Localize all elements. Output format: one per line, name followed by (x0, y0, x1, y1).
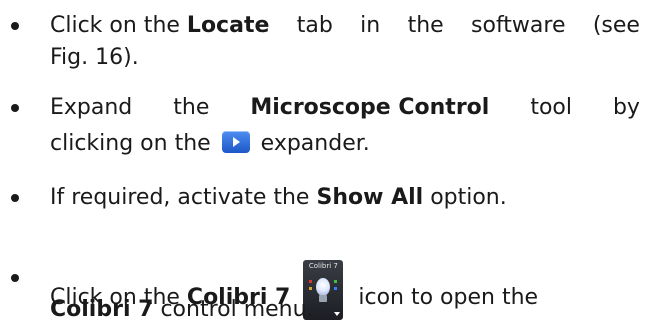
bullet (11, 22, 19, 30)
step-1-text-e: software (471, 13, 566, 38)
bullet (11, 194, 19, 202)
step-1-text-b: tab (296, 13, 333, 38)
microscope-control-label: Microscope Control (250, 95, 490, 120)
chevron-down-icon (334, 312, 341, 316)
step-1-text-a: Click on the Locate (50, 13, 270, 38)
step-2-text-a: Expand (50, 95, 133, 120)
bullet (11, 274, 19, 282)
step-1-line-1: Click on the Locate tab in the software … (50, 10, 640, 42)
expander-icon[interactable] (221, 131, 250, 153)
step-1-text-c: in (360, 13, 381, 38)
step-2-text-c: tool (530, 95, 572, 120)
step-2-line-1: Expand the Microscope Control tool by (50, 92, 640, 124)
step-2-text-b: the (173, 95, 210, 120)
step-2-text-d: by (612, 95, 640, 120)
colibri-icon-label: Colibri 7 (308, 262, 338, 270)
locate-tab-label: Locate (186, 13, 270, 38)
bulb-icon (316, 278, 331, 296)
step-1-line-2: Fig. 16). (50, 45, 139, 70)
show-all-label: Show All (316, 185, 424, 210)
led-tick (309, 280, 313, 283)
bullet (11, 104, 19, 112)
led-tick (334, 280, 338, 283)
colibri-7-label-2: Colibri 7 (50, 297, 154, 322)
step-1-text-d: the (407, 13, 444, 38)
step-3-line-1: If required, activate the Show All optio… (50, 185, 507, 210)
step-4-line-2: Colibri 7 control menu. (50, 297, 314, 322)
led-tick (334, 287, 338, 290)
led-tick (309, 287, 313, 290)
instruction-list: Click on the Locate tab in the software … (0, 0, 656, 336)
step-2-line-2: clicking on the expander. (50, 131, 370, 156)
step-1-text-f: (see (592, 13, 640, 38)
bulb-base (319, 295, 328, 302)
